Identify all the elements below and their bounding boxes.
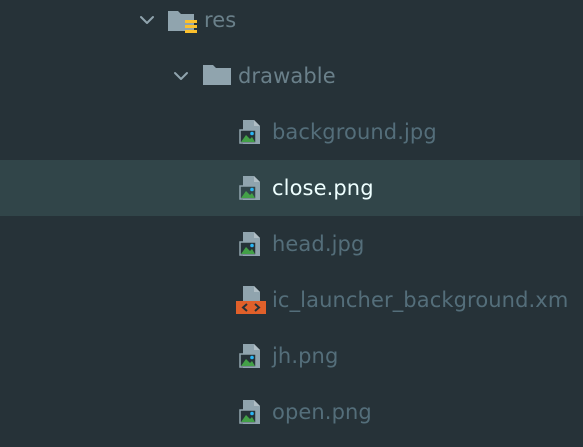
- tree-label-file: close.png: [272, 176, 374, 200]
- tree-label-file: open.png: [272, 400, 372, 424]
- tree-row-file[interactable]: jh.png: [0, 328, 583, 384]
- image-file-icon: [239, 400, 260, 424]
- label-clip: ic_launcher_background.xm: [272, 286, 568, 316]
- xml-file-icon: [236, 286, 266, 314]
- tree-label-file: jh.png: [272, 344, 339, 368]
- image-file-icon: [239, 344, 260, 368]
- tree-row-res[interactable]: res: [0, 0, 583, 48]
- chevron-down-icon[interactable]: [138, 11, 156, 29]
- folder-icon: [203, 65, 231, 85]
- tree-row-file-selected[interactable]: close.png: [0, 160, 583, 216]
- tree-label-drawable: drawable: [238, 64, 336, 88]
- tree-row-drawable[interactable]: drawable: [0, 48, 583, 104]
- tree-row-file[interactable]: open.png: [0, 384, 583, 440]
- tree-row-file[interactable]: background.jpg: [0, 104, 583, 160]
- tree-label-file: ic_launcher_background.xm: [272, 288, 568, 312]
- chevron-down-icon[interactable]: [172, 67, 190, 85]
- image-file-icon: [239, 176, 260, 200]
- tree-label-file: head.jpg: [272, 232, 365, 256]
- tree-label-file: background.jpg: [272, 120, 437, 144]
- tree-label-res: res: [204, 8, 237, 32]
- resource-folder-icon: [168, 11, 197, 33]
- image-file-icon: [239, 232, 260, 256]
- tree-row-file[interactable]: ic_launcher_background.xm: [0, 272, 583, 328]
- image-file-icon: [239, 120, 260, 144]
- tree-row-file[interactable]: head.jpg: [0, 216, 583, 272]
- project-tree: res drawable background.jpg close.png he…: [0, 0, 583, 447]
